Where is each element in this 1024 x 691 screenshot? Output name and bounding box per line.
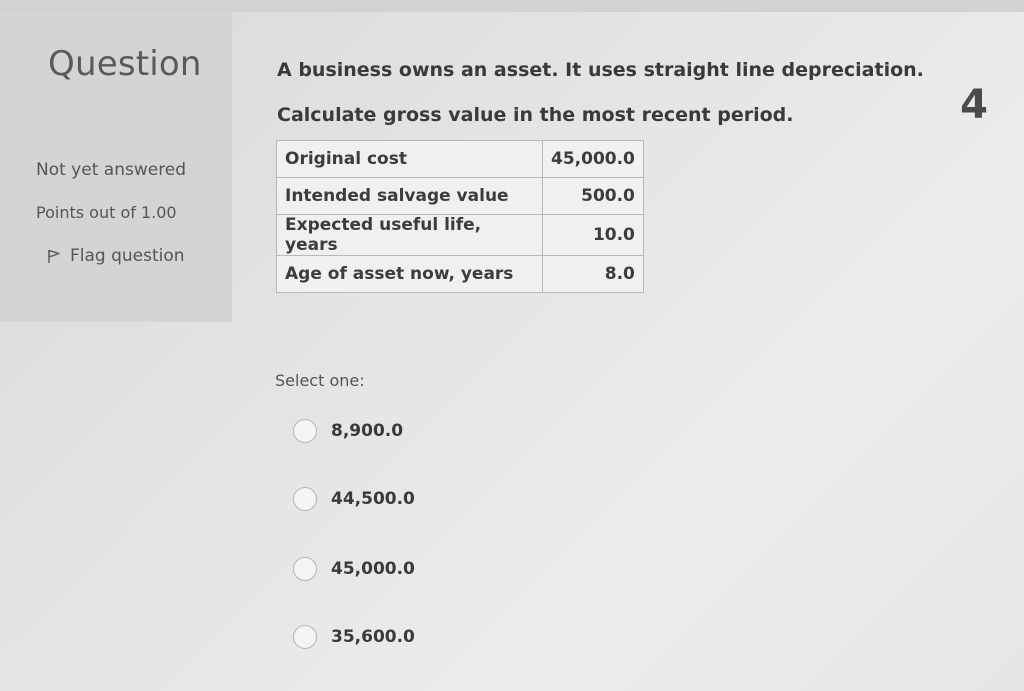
radio-button[interactable]: [293, 557, 317, 581]
table-row: Original cost 45,000.0: [276, 140, 644, 178]
points-label: Points out of 1.00: [36, 203, 177, 222]
row-value: 500.0: [542, 177, 644, 215]
question-text-line-2: Calculate gross value in the most recent…: [277, 104, 794, 126]
row-value: 45,000.0: [542, 140, 644, 178]
question-label: Question: [48, 44, 202, 84]
select-one-prompt: Select one:: [275, 371, 365, 390]
flag-question-label: Flag question: [70, 246, 185, 266]
question-number: 4: [960, 82, 988, 128]
flag-icon: [46, 248, 62, 264]
answer-status: Not yet answered: [36, 160, 187, 180]
answer-option-4[interactable]: 35,600.0: [293, 625, 415, 649]
row-label: Original cost: [276, 140, 543, 178]
radio-button[interactable]: [293, 625, 317, 649]
top-strip: [0, 0, 1024, 12]
option-label: 8,900.0: [331, 421, 404, 441]
row-value: 8.0: [542, 255, 644, 293]
table-row: Expected useful life, years 10.0: [276, 214, 644, 256]
row-label: Expected useful life, years: [276, 214, 543, 256]
radio-button[interactable]: [293, 419, 317, 443]
asset-data-table: Original cost 45,000.0 Intended salvage …: [276, 140, 644, 293]
question-text-line-1: A business owns an asset. It uses straig…: [277, 59, 924, 81]
row-label: Intended salvage value: [276, 177, 543, 215]
option-label: 45,000.0: [331, 559, 415, 579]
row-value: 10.0: [542, 214, 644, 256]
table-row: Age of asset now, years 8.0: [276, 255, 644, 293]
option-label: 44,500.0: [331, 489, 415, 509]
radio-button[interactable]: [293, 487, 317, 511]
answer-option-3[interactable]: 45,000.0: [293, 557, 415, 581]
table-row: Intended salvage value 500.0: [276, 177, 644, 215]
row-label: Age of asset now, years: [276, 255, 543, 293]
answer-option-2[interactable]: 44,500.0: [293, 487, 415, 511]
answer-option-1[interactable]: 8,900.0: [293, 419, 403, 443]
option-label: 35,600.0: [331, 627, 415, 647]
flag-question-link[interactable]: Flag question: [46, 246, 185, 266]
